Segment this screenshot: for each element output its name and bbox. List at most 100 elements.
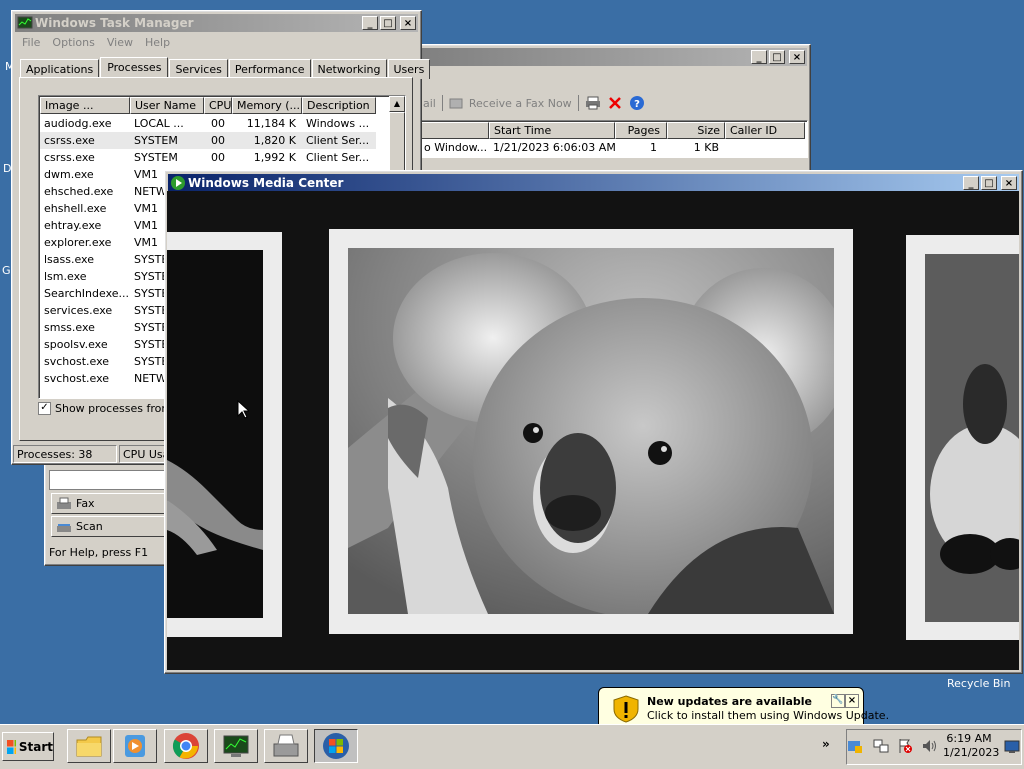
table-cell: 1,992 K [253,151,296,164]
send-mail-fragment[interactable]: ail [423,97,436,110]
taskbar-media-center[interactable] [314,729,358,763]
mouse-cursor-icon [237,400,249,419]
close-button[interactable]: × [1001,176,1017,190]
slide-current[interactable] [329,229,853,634]
column-header-memory[interactable]: Memory (... [232,97,302,114]
minimize-button[interactable]: _ [751,50,767,64]
column-header[interactable] [420,122,489,139]
folder-icon [76,736,102,757]
media-player-icon [125,735,145,757]
table-cell: services.exe [44,304,113,317]
table-cell: ehtray.exe [44,219,102,232]
recycle-bin-label[interactable]: Recycle Bin [947,677,1010,690]
tab-services[interactable]: Services [169,59,228,79]
table-row[interactable]: csrss.exe SYSTEM 00 1,820 K Client Ser... [40,132,376,149]
column-header-image[interactable]: Image ... [40,97,130,114]
fax-status-bar: For Help, press F1 [49,546,149,559]
task-manager-icon [223,735,249,757]
table-cell: SearchIndexe... [44,287,129,300]
show-all-checkbox[interactable]: ✓ [38,402,51,415]
sidebar-item-scan[interactable]: Scan [51,516,165,537]
task-manager-icon [17,16,33,29]
close-button[interactable]: × [400,16,416,30]
maximize-button[interactable]: □ [769,50,785,64]
warning-shield-icon [613,695,639,723]
fax-titlebar[interactable]: _ □ × [420,48,807,66]
fax-toolbar: ail Receive a Fax Now ? [423,95,645,111]
taskbar-media-player[interactable] [113,729,157,763]
taskbar-fax[interactable] [264,729,308,763]
media-viewer[interactable] [167,191,1019,670]
task-manager-menubar: File Options View Help [16,34,176,51]
menu-file[interactable]: File [16,34,46,51]
column-header-size[interactable]: Size [667,122,725,139]
table-row[interactable]: o Window... 1/21/2023 6:06:03 AM 1 1 KB [420,139,805,156]
table-cell: audiodg.exe [44,117,112,130]
table-cell: smss.exe [44,321,95,334]
receive-fax-icon [449,98,463,109]
notification-options-button[interactable]: 🔧 [831,694,845,708]
maximize-button[interactable]: □ [380,16,396,30]
table-cell: 11,184 K [246,117,296,130]
sidebar-item-fax[interactable]: Fax [51,493,165,514]
clock[interactable]: 6:19 AM 1/21/2023 [943,732,999,760]
koala-photo [348,248,834,614]
windows-logo-icon [7,739,16,754]
volume-icon[interactable] [921,738,937,754]
table-cell: SYSTEM [134,134,178,147]
column-header-start-time[interactable]: Start Time [489,122,615,139]
menu-help[interactable]: Help [139,34,176,51]
notification-body: Click to install them using Windows Upda… [647,709,890,722]
tab-performance[interactable]: Performance [228,59,311,79]
table-cell: ehsched.exe [44,185,114,198]
fax-sidebar-blank [49,470,166,490]
show-desktop-icon[interactable] [1004,740,1020,754]
show-all-processes[interactable]: ✓ Show processes from a [38,402,182,415]
start-button[interactable]: Start [2,732,54,761]
notification-close-button[interactable]: × [845,694,859,708]
table-cell: SYSTEM [134,151,178,164]
maximize-button[interactable]: □ [981,176,997,190]
column-header-description[interactable]: Description [302,97,376,114]
media-center-titlebar[interactable]: Windows Media Center _ □ × [168,174,1019,192]
close-button[interactable]: × [789,50,805,64]
slide-previous[interactable] [167,232,282,637]
taskbar: Start » 6:19 AM 1/21/2023 [0,724,1024,769]
table-cell: svchost.exe [44,355,110,368]
column-header-caller-id[interactable]: Caller ID [725,122,805,139]
column-header-cpu[interactable]: CPU [204,97,232,114]
column-header-pages[interactable]: Pages [615,122,667,139]
menu-options[interactable]: Options [46,34,100,51]
menu-view[interactable]: View [101,34,139,51]
table-cell: 00 [211,134,225,147]
tab-networking[interactable]: Networking [311,59,387,79]
table-row[interactable]: csrss.exe SYSTEM 00 1,992 K Client Ser... [40,149,376,166]
receive-fax-button[interactable]: Receive a Fax Now [469,97,572,110]
column-header-user[interactable]: User Name [130,97,204,114]
slide-next[interactable] [906,235,1019,640]
minimize-button[interactable]: _ [362,16,378,30]
help-icon[interactable]: ? [629,95,645,111]
table-cell: lsm.exe [44,270,87,283]
delete-icon[interactable] [607,95,623,111]
tab-users[interactable]: Users [387,59,431,79]
print-icon[interactable] [585,95,601,111]
tab-applications[interactable]: Applications [20,59,100,79]
task-manager-titlebar[interactable]: Windows Task Manager _ □ × [15,14,418,32]
network-icon[interactable] [873,738,889,754]
table-cell: 00 [211,151,225,164]
action-center-flag-icon[interactable] [897,738,913,754]
scroll-up-button[interactable]: ▲ [389,96,405,112]
table-cell: explorer.exe [44,236,112,249]
tray-expand-button[interactable]: » [822,737,836,751]
taskbar-chrome[interactable] [164,729,208,763]
table-cell: dwm.exe [44,168,94,181]
previous-photo [167,460,263,555]
table-row[interactable]: audiodg.exe LOCAL ... 00 11,184 K Windows ..… [40,115,376,132]
system-tray: 6:19 AM 1/21/2023 [846,729,1022,765]
windows-update-icon[interactable] [847,738,863,754]
taskbar-task-manager[interactable] [214,729,258,763]
minimize-button[interactable]: _ [963,176,979,190]
next-photo [925,254,1019,622]
taskbar-explorer[interactable] [67,729,111,763]
